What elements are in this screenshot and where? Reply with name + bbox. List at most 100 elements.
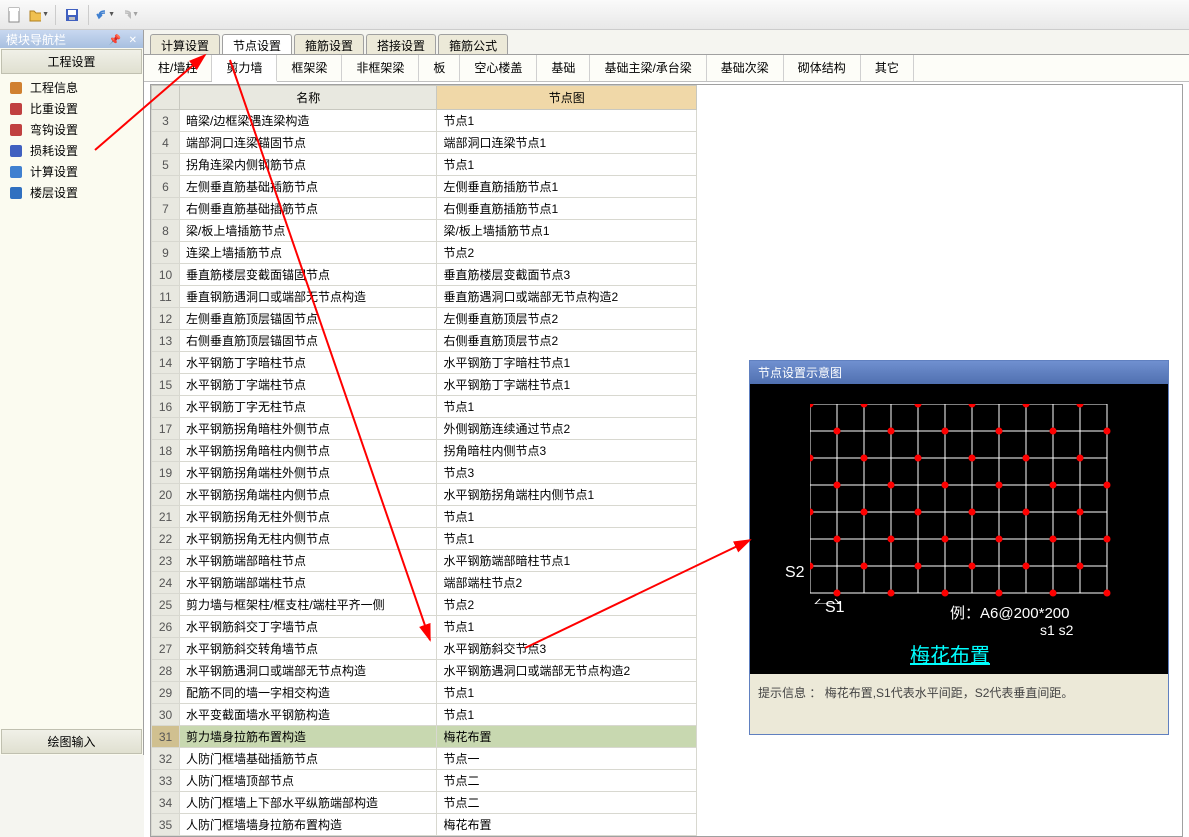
sidebar-item-3[interactable]: 损耗设置 xyxy=(0,140,143,161)
table-row[interactable]: 34人防门框墙上下部水平纵筋端部构造节点二 xyxy=(152,792,697,814)
redo-button[interactable]: ▼ xyxy=(118,4,140,26)
cell-value[interactable]: 端部洞口连梁节点1 xyxy=(437,132,697,154)
sidebar-item-4[interactable]: 计算设置 xyxy=(0,161,143,182)
cell-name[interactable]: 水平钢筋端部端柱节点 xyxy=(179,572,437,594)
table-row[interactable]: 19水平钢筋拐角端柱外侧节点节点3 xyxy=(152,462,697,484)
cell-value[interactable]: 水平钢筋斜交节点3 xyxy=(437,638,697,660)
cell-name[interactable]: 人防门框墙顶部节点 xyxy=(179,770,437,792)
table-row[interactable]: 23水平钢筋端部暗柱节点水平钢筋端部暗柱节点1 xyxy=(152,550,697,572)
table-row[interactable]: 32人防门框墙基础插筋节点节点一 xyxy=(152,748,697,770)
cell-name[interactable]: 拐角连梁内侧钢筋节点 xyxy=(179,154,437,176)
top-tab-3[interactable]: 搭接设置 xyxy=(366,34,436,54)
table-row[interactable]: 20水平钢筋拐角端柱内侧节点水平钢筋拐角端柱内侧节点1 xyxy=(152,484,697,506)
cell-value[interactable]: 节点二 xyxy=(437,792,697,814)
cell-name[interactable]: 右侧垂直筋顶层锚固节点 xyxy=(179,330,437,352)
table-row[interactable]: 35人防门框墙墙身拉筋布置构造梅花布置 xyxy=(152,814,697,836)
sub-tab-5[interactable]: 空心楼盖 xyxy=(460,55,537,81)
cell-name[interactable]: 水平钢筋遇洞口或端部无节点构造 xyxy=(179,660,437,682)
cell-name[interactable]: 人防门框墙基础插筋节点 xyxy=(179,748,437,770)
sidebar-item-2[interactable]: 弯钩设置 xyxy=(0,119,143,140)
cell-value[interactable]: 梅花布置 xyxy=(437,726,697,748)
sidebar-item-1[interactable]: 比重设置 xyxy=(0,98,143,119)
sidebar-item-0[interactable]: 工程信息 xyxy=(0,77,143,98)
save-button[interactable] xyxy=(61,4,83,26)
top-tab-2[interactable]: 箍筋设置 xyxy=(294,34,364,54)
cell-name[interactable]: 人防门框墙上下部水平纵筋端部构造 xyxy=(179,792,437,814)
cell-name[interactable]: 水平钢筋拐角暗柱内侧节点 xyxy=(179,440,437,462)
cell-value[interactable]: 左侧垂直筋插筋节点1 xyxy=(437,176,697,198)
cell-name[interactable]: 水平钢筋斜交丁字墙节点 xyxy=(179,616,437,638)
table-row[interactable]: 30水平变截面墙水平钢筋构造节点1 xyxy=(152,704,697,726)
cell-name[interactable]: 水平钢筋丁字无柱节点 xyxy=(179,396,437,418)
table-row[interactable]: 5拐角连梁内侧钢筋节点节点1 xyxy=(152,154,697,176)
cell-value[interactable]: 水平钢筋丁字暗柱节点1 xyxy=(437,352,697,374)
table-row[interactable]: 7右侧垂直筋基础插筋节点右侧垂直筋插筋节点1 xyxy=(152,198,697,220)
table-row[interactable]: 31剪力墙身拉筋布置构造梅花布置 xyxy=(152,726,697,748)
sub-tab-0[interactable]: 柱/墙柱 xyxy=(144,55,212,81)
table-row[interactable]: 9连梁上墙插筋节点节点2 xyxy=(152,242,697,264)
sidebar-section-draw[interactable]: 绘图输入 xyxy=(1,729,142,754)
table-row[interactable]: 15水平钢筋丁字端柱节点水平钢筋丁字端柱节点1 xyxy=(152,374,697,396)
cell-value[interactable]: 梁/板上墙插筋节点1 xyxy=(437,220,697,242)
cell-value[interactable]: 右侧垂直筋顶层节点2 xyxy=(437,330,697,352)
table-row[interactable]: 13右侧垂直筋顶层锚固节点右侧垂直筋顶层节点2 xyxy=(152,330,697,352)
undo-button[interactable]: ▼ xyxy=(94,4,116,26)
top-tab-1[interactable]: 节点设置 xyxy=(222,34,292,54)
table-row[interactable]: 18水平钢筋拐角暗柱内侧节点拐角暗柱内侧节点3 xyxy=(152,440,697,462)
cell-value[interactable]: 水平钢筋端部暗柱节点1 xyxy=(437,550,697,572)
sub-tab-7[interactable]: 基础主梁/承台梁 xyxy=(590,55,706,81)
table-row[interactable]: 33人防门框墙顶部节点节点二 xyxy=(152,770,697,792)
cell-name[interactable]: 配筋不同的墙一字相交构造 xyxy=(179,682,437,704)
sub-tab-8[interactable]: 基础次梁 xyxy=(707,55,784,81)
cell-name[interactable]: 水平钢筋拐角暗柱外侧节点 xyxy=(179,418,437,440)
cell-name[interactable]: 右侧垂直筋基础插筋节点 xyxy=(179,198,437,220)
table-row[interactable]: 16水平钢筋丁字无柱节点节点1 xyxy=(152,396,697,418)
table-row[interactable]: 14水平钢筋丁字暗柱节点水平钢筋丁字暗柱节点1 xyxy=(152,352,697,374)
table-row[interactable]: 17水平钢筋拐角暗柱外侧节点外侧钢筋连续通过节点2 xyxy=(152,418,697,440)
cell-value[interactable]: 节点一 xyxy=(437,748,697,770)
sidebar-section-project[interactable]: 工程设置 xyxy=(1,49,142,74)
cell-value[interactable]: 节点1 xyxy=(437,110,697,132)
cell-value[interactable]: 左侧垂直筋顶层节点2 xyxy=(437,308,697,330)
table-row[interactable]: 22水平钢筋拐角无柱内侧节点节点1 xyxy=(152,528,697,550)
sidebar-item-5[interactable]: 楼层设置 xyxy=(0,182,143,203)
cell-name[interactable]: 水平钢筋端部暗柱节点 xyxy=(179,550,437,572)
table-row[interactable]: 25剪力墙与框架柱/框支柱/端柱平齐一侧节点2 xyxy=(152,594,697,616)
cell-name[interactable]: 水平变截面墙水平钢筋构造 xyxy=(179,704,437,726)
new-file-button[interactable] xyxy=(4,4,26,26)
table-row[interactable]: 28水平钢筋遇洞口或端部无节点构造水平钢筋遇洞口或端部无节点构造2 xyxy=(152,660,697,682)
cell-value[interactable]: 垂直筋楼层变截面节点3 xyxy=(437,264,697,286)
sub-tab-1[interactable]: 剪力墙 xyxy=(212,55,277,82)
cell-value[interactable]: 节点1 xyxy=(437,682,697,704)
table-row[interactable]: 27水平钢筋斜交转角墙节点水平钢筋斜交节点3 xyxy=(152,638,697,660)
cell-value[interactable]: 节点1 xyxy=(437,616,697,638)
table-row[interactable]: 4端部洞口连梁锚固节点端部洞口连梁节点1 xyxy=(152,132,697,154)
cell-name[interactable]: 水平钢筋拐角端柱内侧节点 xyxy=(179,484,437,506)
cell-name[interactable]: 水平钢筋拐角无柱内侧节点 xyxy=(179,528,437,550)
cell-name[interactable]: 水平钢筋丁字暗柱节点 xyxy=(179,352,437,374)
table-row[interactable]: 21水平钢筋拐角无柱外侧节点节点1 xyxy=(152,506,697,528)
cell-name[interactable]: 连梁上墙插筋节点 xyxy=(179,242,437,264)
cell-value[interactable]: 端部端柱节点2 xyxy=(437,572,697,594)
cell-name[interactable]: 剪力墙身拉筋布置构造 xyxy=(179,726,437,748)
cell-value[interactable]: 水平钢筋拐角端柱内侧节点1 xyxy=(437,484,697,506)
table-row[interactable]: 12左侧垂直筋顶层锚固节点左侧垂直筋顶层节点2 xyxy=(152,308,697,330)
sub-tab-6[interactable]: 基础 xyxy=(537,55,590,81)
cell-name[interactable]: 水平钢筋丁字端柱节点 xyxy=(179,374,437,396)
table-row[interactable]: 8梁/板上墙插筋节点梁/板上墙插筋节点1 xyxy=(152,220,697,242)
cell-value[interactable]: 节点1 xyxy=(437,528,697,550)
cell-value[interactable]: 水平钢筋丁字端柱节点1 xyxy=(437,374,697,396)
cell-value[interactable]: 拐角暗柱内侧节点3 xyxy=(437,440,697,462)
cell-value[interactable]: 节点1 xyxy=(437,396,697,418)
table-row[interactable]: 3暗梁/边框梁遇连梁构造节点1 xyxy=(152,110,697,132)
cell-name[interactable]: 梁/板上墙插筋节点 xyxy=(179,220,437,242)
sidebar-pin-icon[interactable]: 📌 xyxy=(109,35,121,46)
table-row[interactable]: 10垂直筋楼层变截面锚固节点垂直筋楼层变截面节点3 xyxy=(152,264,697,286)
cell-value[interactable]: 节点3 xyxy=(437,462,697,484)
open-file-button[interactable]: ▼ xyxy=(28,4,50,26)
cell-name[interactable]: 暗梁/边框梁遇连梁构造 xyxy=(179,110,437,132)
cell-name[interactable]: 水平钢筋拐角无柱外侧节点 xyxy=(179,506,437,528)
cell-value[interactable]: 外侧钢筋连续通过节点2 xyxy=(437,418,697,440)
table-row[interactable]: 11垂直钢筋遇洞口或端部无节点构造垂直筋遇洞口或端部无节点构造2 xyxy=(152,286,697,308)
cell-value[interactable]: 垂直筋遇洞口或端部无节点构造2 xyxy=(437,286,697,308)
